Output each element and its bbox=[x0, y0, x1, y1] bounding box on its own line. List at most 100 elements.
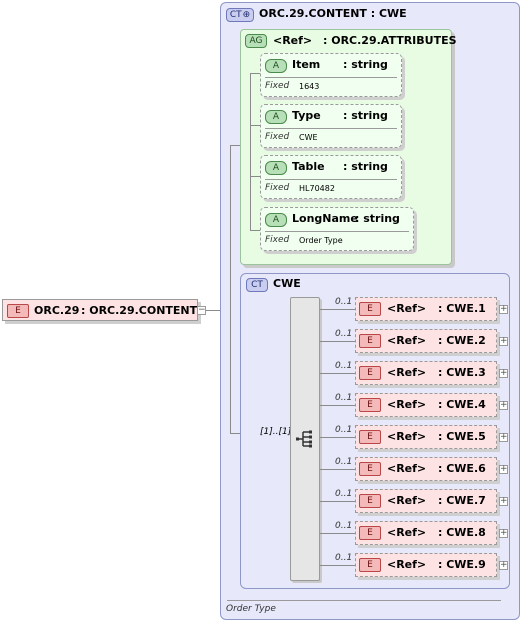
element-badge: E bbox=[359, 430, 381, 444]
element-badge: E bbox=[359, 398, 381, 412]
cwe-element-row: 0..1 E <Ref> : CWE.4 + bbox=[320, 389, 510, 421]
element-name: <Ref> bbox=[387, 558, 427, 571]
fixed-value: Order Type bbox=[299, 236, 343, 245]
attribute-item[interactable]: A Item : string Fixed 1643 bbox=[260, 53, 402, 97]
expand-toggle[interactable]: + bbox=[499, 305, 508, 314]
attribute-name: LongName bbox=[292, 212, 358, 225]
attribute-type: : string bbox=[343, 160, 388, 173]
cwe-element[interactable]: E <Ref> : CWE.3 bbox=[355, 361, 497, 385]
connector bbox=[250, 73, 260, 74]
cwe-element[interactable]: E <Ref> : CWE.8 bbox=[355, 521, 497, 545]
expand-toggle[interactable]: + bbox=[499, 337, 508, 346]
element-name: <Ref> bbox=[387, 462, 427, 475]
element-name: <Ref> bbox=[387, 334, 427, 347]
element-type: : CWE.7 bbox=[438, 494, 486, 507]
connector bbox=[320, 437, 355, 438]
expand-icon: ⊕ bbox=[242, 10, 251, 20]
attribute-name: Type bbox=[292, 109, 321, 122]
attribute-group-type: : ORC.29.ATTRIBUTES bbox=[323, 34, 457, 47]
attribute-divider bbox=[265, 128, 397, 129]
cwe-element[interactable]: E <Ref> : CWE.6 bbox=[355, 457, 497, 481]
expand-toggle[interactable]: + bbox=[499, 529, 508, 538]
fixed-label: Fixed bbox=[265, 81, 290, 91]
element-name: <Ref> bbox=[387, 430, 427, 443]
cardinality-label: 0..1 bbox=[335, 425, 353, 435]
complex-type-title: ORC.29.CONTENT : CWE bbox=[259, 7, 407, 20]
connector bbox=[320, 405, 355, 406]
cwe-element[interactable]: E <Ref> : CWE.1 bbox=[355, 297, 497, 321]
cardinality-label: 0..1 bbox=[335, 329, 353, 339]
attribute-group-badge: AG bbox=[245, 34, 267, 48]
expand-toggle[interactable]: + bbox=[499, 369, 508, 378]
connector bbox=[250, 230, 260, 231]
cardinality-label: 0..1 bbox=[335, 521, 353, 531]
cardinality-label: 0..1 bbox=[335, 393, 353, 403]
cwe-element-row: 0..1 E <Ref> : CWE.2 + bbox=[320, 325, 510, 357]
cwe-element-row: 0..1 E <Ref> : CWE.1 + bbox=[320, 293, 510, 325]
cardinality-label: 0..1 bbox=[335, 457, 353, 467]
cwe-element[interactable]: E <Ref> : CWE.4 bbox=[355, 393, 497, 417]
cwe-element[interactable]: E <Ref> : CWE.2 bbox=[355, 329, 497, 353]
attribute-type-label: : string bbox=[343, 109, 388, 122]
expand-toggle[interactable]: + bbox=[499, 465, 508, 474]
element-name: <Ref> bbox=[387, 494, 427, 507]
cwe-element-row: 0..1 E <Ref> : CWE.7 + bbox=[320, 485, 510, 517]
collapse-toggle[interactable]: − bbox=[197, 306, 206, 315]
cwe-element[interactable]: E <Ref> : CWE.9 bbox=[355, 553, 497, 577]
root-element[interactable]: E ORC.29 : ORC.29.CONTENT bbox=[2, 299, 198, 321]
element-type: : CWE.6 bbox=[438, 462, 486, 475]
fixed-value: 1643 bbox=[299, 82, 320, 91]
element-badge: E bbox=[359, 462, 381, 476]
root-element-type: : ORC.29.CONTENT bbox=[81, 304, 198, 317]
expand-toggle[interactable]: + bbox=[499, 497, 508, 506]
element-badge: E bbox=[359, 494, 381, 508]
connector bbox=[320, 501, 355, 502]
cardinality-label: 0..1 bbox=[335, 489, 353, 499]
element-name: <Ref> bbox=[387, 366, 427, 379]
element-type: : CWE.4 bbox=[438, 398, 486, 411]
complex-type-badge: CT⊕ bbox=[226, 8, 254, 22]
element-badge: E bbox=[359, 558, 381, 572]
complex-type-badge: CT bbox=[246, 278, 268, 292]
expand-toggle[interactable]: + bbox=[499, 401, 508, 410]
fixed-label: Fixed bbox=[265, 132, 290, 142]
attribute-type[interactable]: A Type : string Fixed CWE bbox=[260, 104, 402, 148]
attribute-badge: A bbox=[265, 59, 287, 73]
connector bbox=[320, 341, 355, 342]
connector bbox=[320, 373, 355, 374]
attribute-divider bbox=[265, 231, 409, 232]
connector bbox=[320, 565, 355, 566]
connector bbox=[250, 73, 251, 230]
cwe-title: CWE bbox=[273, 277, 301, 290]
sequence-cardinality: [1]..[1] bbox=[260, 427, 292, 437]
cwe-element-row: 0..1 E <Ref> : CWE.3 + bbox=[320, 357, 510, 389]
attribute-divider bbox=[265, 179, 397, 180]
attribute-longname[interactable]: A LongName : string Fixed Order Type bbox=[260, 207, 414, 251]
sequence-compositor[interactable] bbox=[290, 297, 320, 581]
attribute-type: : string bbox=[343, 58, 388, 71]
expand-toggle[interactable]: + bbox=[499, 561, 508, 570]
element-badge: E bbox=[359, 334, 381, 348]
element-name: <Ref> bbox=[387, 302, 427, 315]
element-badge: E bbox=[359, 526, 381, 540]
cardinality-label: 0..1 bbox=[335, 361, 353, 371]
attribute-type: : string bbox=[355, 212, 400, 225]
element-name: <Ref> bbox=[387, 398, 427, 411]
attribute-name: Item bbox=[292, 58, 321, 71]
element-type: : CWE.5 bbox=[438, 430, 486, 443]
element-badge: E bbox=[7, 304, 29, 318]
connector bbox=[230, 145, 240, 146]
cwe-element[interactable]: E <Ref> : CWE.7 bbox=[355, 489, 497, 513]
footer-annotation: Order Type bbox=[226, 604, 276, 614]
attribute-group-name: <Ref> bbox=[273, 34, 313, 47]
cwe-element-row: 0..1 E <Ref> : CWE.5 + bbox=[320, 421, 510, 453]
cwe-element[interactable]: E <Ref> : CWE.5 bbox=[355, 425, 497, 449]
element-type: : CWE.8 bbox=[438, 526, 486, 539]
cardinality-label: 0..1 bbox=[335, 297, 353, 307]
attribute-divider bbox=[265, 77, 397, 78]
expand-toggle[interactable]: + bbox=[499, 433, 508, 442]
attribute-name: Table bbox=[292, 160, 325, 173]
attribute-table[interactable]: A Table : string Fixed HL70482 bbox=[260, 155, 402, 199]
fixed-label: Fixed bbox=[265, 235, 290, 245]
element-name: <Ref> bbox=[387, 526, 427, 539]
